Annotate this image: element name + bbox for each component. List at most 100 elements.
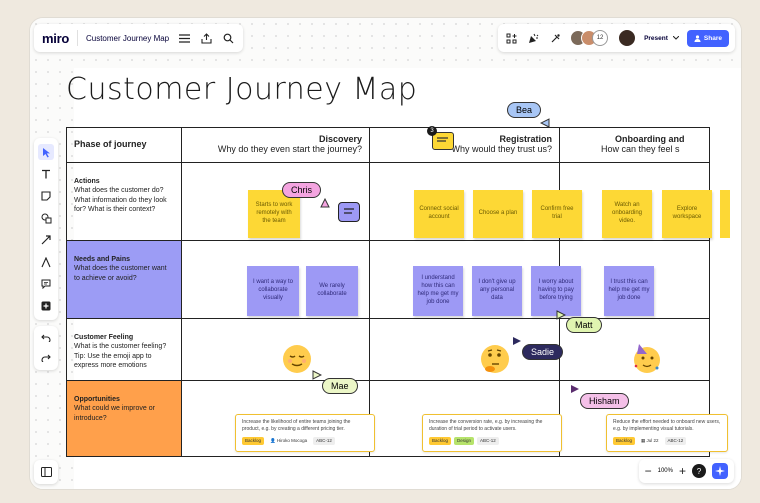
row-desc: What does the customer want to achieve o… [74, 265, 167, 282]
row-label-needs[interactable]: Needs and Pains What does the customer wa… [66, 240, 182, 319]
thinking-face-emoji[interactable] [480, 344, 510, 374]
status-tag[interactable]: Backlog [613, 436, 636, 445]
relieved-face-emoji[interactable] [282, 344, 312, 374]
row-label-actions[interactable]: Actions What does the customer do? What i… [66, 162, 182, 241]
sticky-note[interactable]: I don't give up any personal data [472, 266, 522, 316]
collaborator-avatars[interactable]: 12 [570, 30, 609, 46]
cursor-label-sadie: Sadie [522, 344, 564, 360]
card-tags: Backlog ▦ Jul 22 ABC-12 [613, 436, 721, 445]
shapes-tool-icon[interactable] [38, 210, 54, 226]
cursor-arrow-icon [312, 370, 322, 380]
top-right-bar: 12 Present Share [498, 24, 735, 52]
row-desc: What could we improve or introduce? [74, 405, 155, 422]
row-label-opportunities[interactable]: Opportunities What could we improve or in… [66, 380, 182, 457]
redo-icon[interactable] [38, 350, 54, 366]
reactions-icon[interactable] [548, 31, 562, 45]
share-label: Share [703, 34, 722, 42]
cursor-arrow-icon [556, 310, 566, 320]
cursor-arrow-icon [540, 118, 550, 128]
sticky-note-tool-icon[interactable] [38, 188, 54, 204]
share-button[interactable]: Share [686, 29, 729, 47]
opportunity-card[interactable]: Increase the likelihood of entire teams … [235, 414, 375, 452]
upload-icon[interactable] [199, 31, 213, 45]
sticky-note[interactable]: Connect social account [414, 190, 464, 238]
opportunity-card[interactable]: Increase the conversion rate, e.g. by in… [422, 414, 562, 452]
menu-icon[interactable] [177, 31, 191, 45]
cell[interactable] [181, 318, 370, 381]
cursor-arrow-icon [320, 198, 330, 208]
zoom-level[interactable]: 100% [658, 468, 673, 474]
creation-toolbar [34, 138, 58, 320]
comment-count-badge: 3 [427, 126, 437, 136]
issue-id-tag[interactable]: ABC-12 [477, 436, 499, 445]
cursor-label-hisham: Hisham [580, 393, 629, 409]
assignee-name: Hiroko Mocoga [276, 437, 308, 443]
cursor-label-bea: Bea [507, 102, 542, 118]
history-toolbar [34, 326, 58, 370]
sticky-note-partial[interactable] [720, 190, 730, 238]
party-face-emoji[interactable] [632, 342, 662, 374]
celebrate-icon[interactable] [526, 31, 540, 45]
status-tag[interactable]: Backlog [242, 436, 265, 445]
pen-tool-icon[interactable] [38, 254, 54, 270]
sticky-note[interactable]: I want a way to collaborate visually [247, 266, 299, 316]
zoom-in-button[interactable]: + [679, 464, 686, 478]
due-date-tag[interactable]: ▦ Jul 22 [638, 437, 662, 445]
user-icon: 👤 [270, 437, 277, 443]
phase-header-cell[interactable]: Phase of journey [66, 127, 182, 163]
divider [76, 30, 78, 46]
opportunity-card[interactable]: Reduce the effort needed to onboard new … [606, 414, 728, 452]
row-title: Opportunities [74, 396, 120, 403]
row-desc: What does the customer do? What informat… [74, 187, 167, 214]
due-date: Jul 22 [646, 437, 659, 443]
connection-line-tool-icon[interactable] [38, 232, 54, 248]
comment-icon [437, 137, 448, 142]
apps-icon[interactable] [504, 31, 518, 45]
current-user-avatar[interactable] [618, 29, 637, 47]
issue-id-tag[interactable]: ABC-12 [664, 436, 687, 445]
board-title[interactable]: Customer Journey Map [66, 72, 417, 107]
status-tag[interactable]: Backlog [429, 436, 452, 445]
cursor-arrow-icon [513, 337, 521, 345]
help-button[interactable]: ? [692, 464, 706, 478]
text-tool-icon[interactable] [38, 166, 54, 182]
select-tool-icon[interactable] [38, 144, 54, 160]
sticky-note[interactable]: I worry about having to pay before tryin… [531, 266, 581, 316]
miro-logo[interactable]: miro [42, 31, 69, 46]
sticky-note[interactable]: I trust this can help me get my job done [604, 266, 654, 316]
sticky-note[interactable]: Choose a plan [473, 190, 523, 238]
sticky-note[interactable]: I understand how this can help me get my… [413, 266, 463, 316]
stage-title: Registration [499, 134, 552, 144]
sticky-note[interactable]: Watch an onboarding video. [602, 190, 652, 238]
stage-header-discovery[interactable]: Discovery Why do they even start the jou… [181, 127, 370, 163]
stage-subtitle: Why would they trust us? [451, 144, 552, 154]
chat-bubble[interactable] [338, 202, 360, 222]
sticky-note[interactable]: Explore workspace [662, 190, 712, 238]
sticky-note[interactable]: We rarely collaborate [306, 266, 358, 316]
more-tools-icon[interactable] [38, 298, 54, 314]
stage-header-registration[interactable]: Registration Why would they trust us? [369, 127, 560, 163]
card-tags: Backlog Design ABC-12 [429, 436, 555, 445]
zoom-controls: − 100% + ? [638, 459, 734, 483]
card-text: Increase the conversion rate, e.g. by in… [429, 419, 543, 432]
stage-header-onboarding[interactable]: Onboarding and How can they feel s [559, 127, 710, 163]
zoom-out-button[interactable]: − [645, 464, 652, 478]
stage-title: Discovery [318, 134, 362, 144]
present-button[interactable]: Present [644, 35, 679, 42]
sticky-note[interactable]: Confirm free trial [532, 190, 582, 238]
assignee-tag[interactable]: 👤 Hiroko Mocoga [267, 437, 310, 445]
board-name[interactable]: Customer Journey Map [86, 34, 169, 43]
issue-id-tag[interactable]: ABC-12 [313, 436, 335, 445]
ai-assist-button[interactable] [712, 463, 728, 479]
cell[interactable] [369, 162, 560, 241]
avatar-count[interactable]: 12 [592, 30, 609, 46]
undo-icon[interactable] [38, 330, 54, 346]
search-icon[interactable] [221, 31, 235, 45]
comment-tool-icon[interactable] [38, 276, 54, 292]
row-desc: What is the customer feeling? Tip: Use t… [74, 343, 167, 370]
label-tag[interactable]: Design [454, 436, 475, 445]
board-panel-button[interactable] [34, 460, 58, 484]
phase-label: Phase of journey [74, 139, 147, 149]
row-title: Needs and Pains [74, 256, 131, 263]
row-label-feeling[interactable]: Customer Feeling What is the customer fee… [66, 318, 182, 381]
